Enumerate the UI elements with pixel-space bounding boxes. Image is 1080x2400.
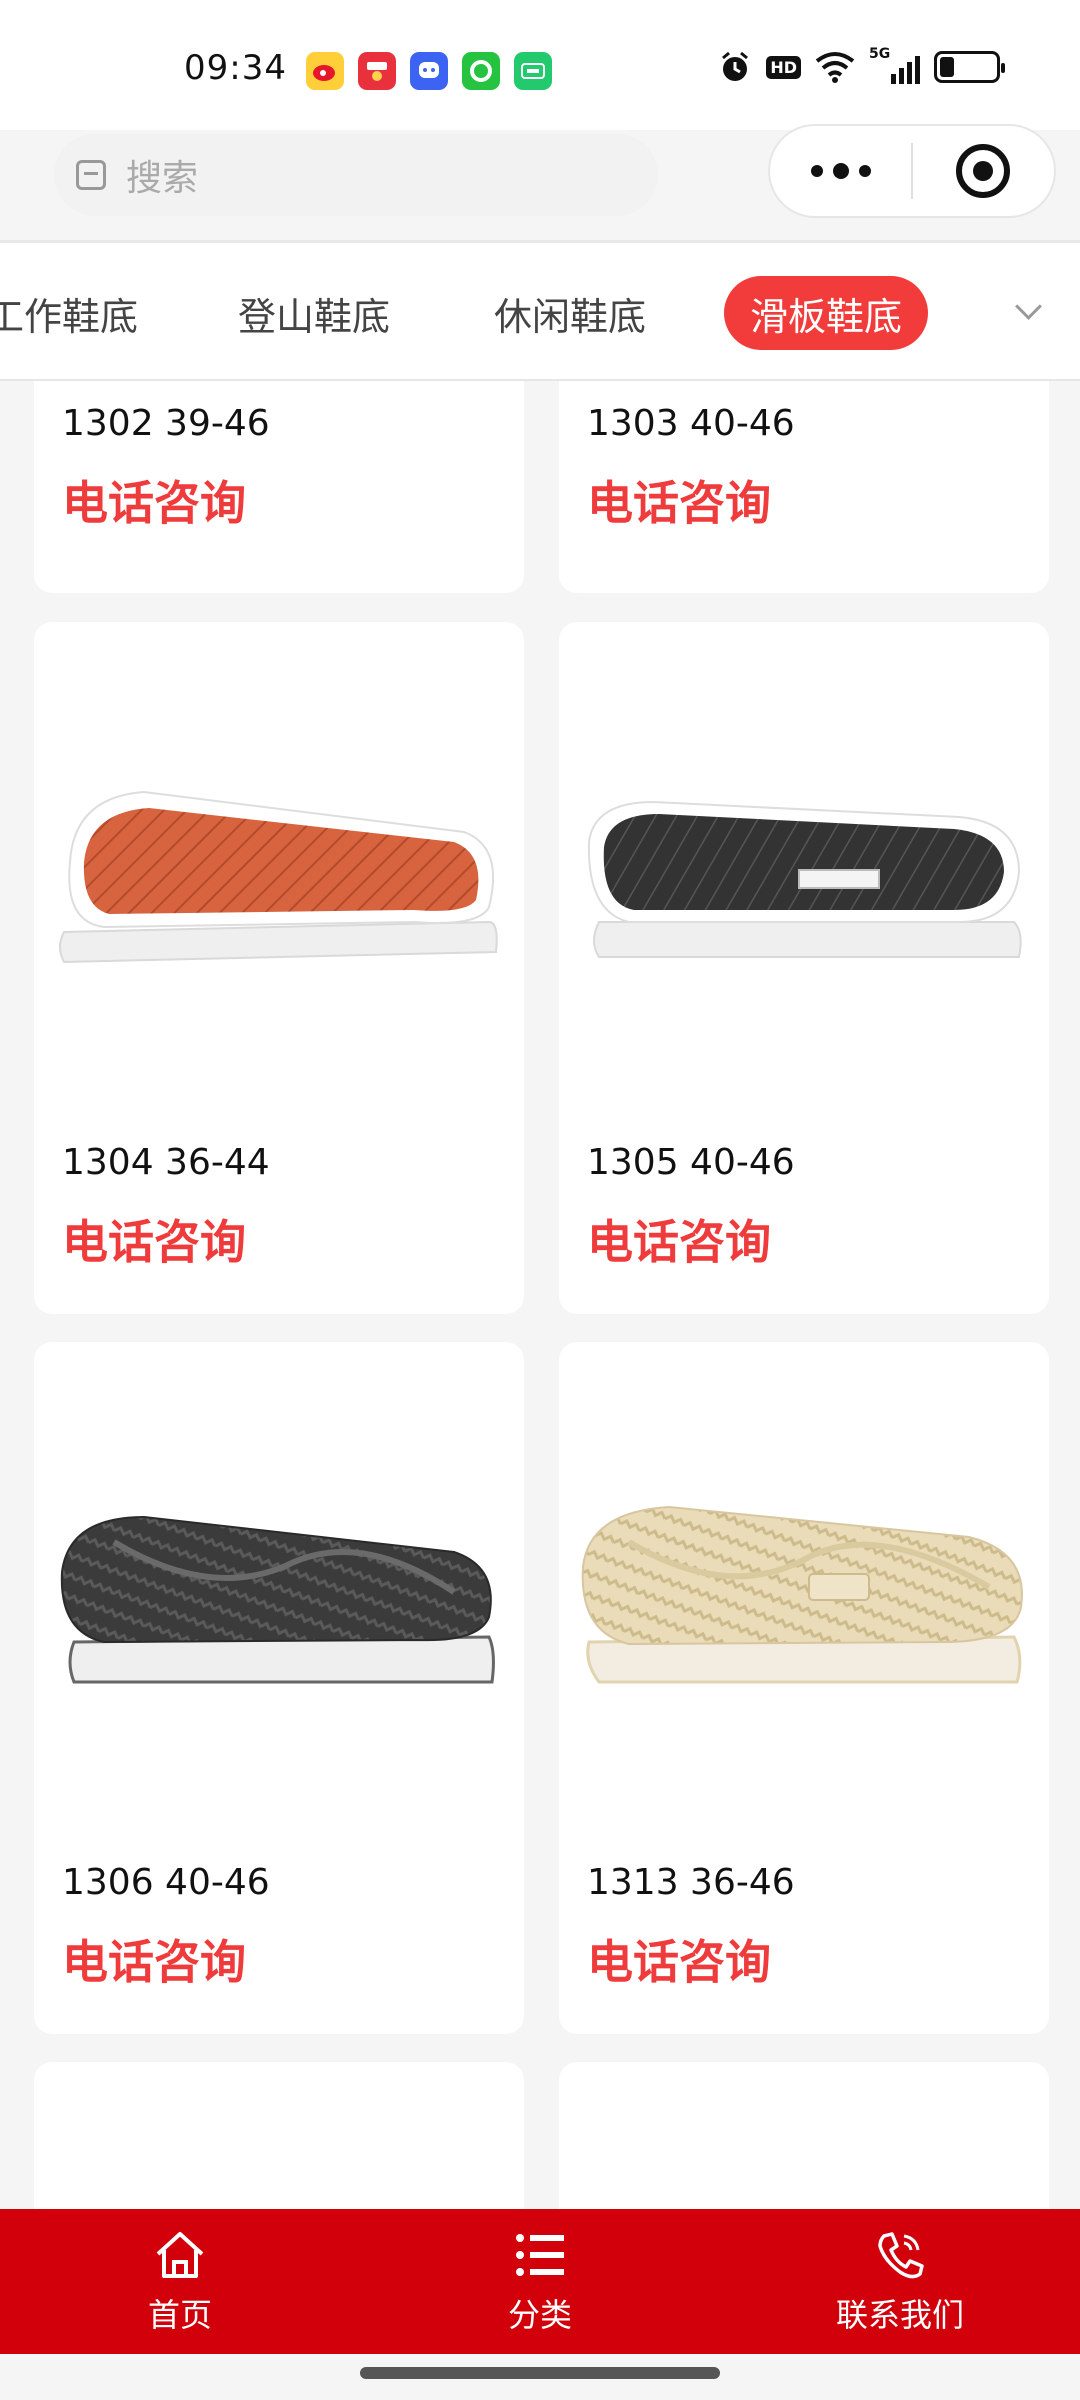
product-card[interactable]: 1304 36-44 电话咨询	[34, 622, 524, 1314]
status-bar: 09:34 HD 5G	[0, 0, 1080, 130]
nav-item-category[interactable]: 分类	[360, 2209, 720, 2354]
search-icon	[76, 160, 106, 190]
hd-badge: HD	[766, 55, 801, 79]
product-price-label: 电话咨询	[62, 476, 246, 530]
nav-label-contact: 联系我们	[835, 2295, 964, 2334]
battery-level	[940, 57, 954, 77]
product-image	[60, 1515, 495, 1684]
product-price-label: 电话咨询	[587, 476, 771, 530]
chat-app-icon	[410, 52, 448, 90]
product-image	[581, 1505, 1023, 1684]
nav-label-category: 分类	[507, 2295, 572, 2334]
network-type-label: 5G	[869, 46, 891, 62]
home-icon	[156, 2231, 204, 2278]
product-card[interactable]: 1313 36-46 电话咨询	[559, 1342, 1049, 2034]
product-card[interactable]	[559, 2062, 1049, 2209]
tab-skate-sole[interactable]: 滑板鞋底	[724, 276, 929, 350]
mini-program-capsule	[768, 124, 1056, 218]
notification-icons	[306, 52, 552, 90]
product-image	[587, 800, 1022, 958]
list-icon	[516, 2233, 564, 2276]
product-card[interactable]	[34, 2062, 524, 2209]
product-card[interactable]: 1305 40-46 电话咨询	[559, 622, 1049, 1314]
music-app-icon	[462, 52, 500, 90]
product-title: 1306 40-46	[62, 1862, 270, 1903]
close-mini-program-button[interactable]	[913, 144, 1054, 198]
taobao-special-icon	[358, 52, 396, 90]
alarm-icon	[722, 51, 749, 81]
search-input[interactable]: 搜索	[54, 134, 658, 216]
more-options-button[interactable]	[770, 163, 911, 179]
phone-icon	[878, 2231, 924, 2278]
product-title: 1305 40-46	[587, 1142, 795, 1183]
product-grid: 1302 39-46 电话咨询 1303 40-46 电话咨询 1304 36-…	[0, 381, 1080, 2209]
bottom-nav: 首页 分类 联系我们	[0, 2209, 1080, 2354]
nav-item-home[interactable]: 首页	[0, 2209, 360, 2354]
home-indicator[interactable]	[360, 2367, 720, 2379]
product-price-label: 电话咨询	[62, 1215, 246, 1269]
battery-icon	[934, 51, 1005, 83]
tab-work-sole[interactable]: 工作鞋底	[0, 276, 138, 350]
weibo-icon	[306, 52, 344, 90]
system-status-icons: HD 5G	[718, 46, 1005, 84]
wifi-icon	[815, 52, 855, 83]
product-card[interactable]: 1302 39-46 电话咨询	[34, 381, 524, 593]
tab-hiking-sole[interactable]: 登山鞋底	[238, 276, 390, 350]
product-price-label: 电话咨询	[587, 1215, 771, 1269]
product-title: 1304 36-44	[62, 1142, 270, 1183]
product-card[interactable]: 1306 40-46 电话咨询	[34, 1342, 524, 2034]
iqiyi-icon	[514, 52, 552, 90]
product-title: 1303 40-46	[587, 403, 795, 444]
tab-casual-sole[interactable]: 休闲鞋底	[494, 276, 646, 350]
product-price-label: 电话咨询	[62, 1935, 246, 1989]
product-card[interactable]: 1303 40-46 电话咨询	[559, 381, 1049, 593]
cellular-signal-icon: 5G	[869, 46, 920, 84]
category-tabs: 工作鞋底 登山鞋底 休闲鞋底 滑板鞋底	[0, 243, 1080, 381]
product-price-label: 电话咨询	[587, 1935, 771, 1989]
product-image	[59, 790, 498, 964]
nav-item-contact[interactable]: 联系我们	[720, 2209, 1080, 2354]
chevron-down-icon[interactable]	[1014, 295, 1044, 325]
product-title: 1313 36-46	[587, 1862, 795, 1903]
product-title: 1302 39-46	[62, 403, 270, 444]
target-icon	[956, 144, 1011, 198]
status-time: 09:34	[184, 48, 287, 88]
nav-label-home: 首页	[147, 2295, 212, 2334]
search-placeholder: 搜索	[126, 158, 199, 199]
